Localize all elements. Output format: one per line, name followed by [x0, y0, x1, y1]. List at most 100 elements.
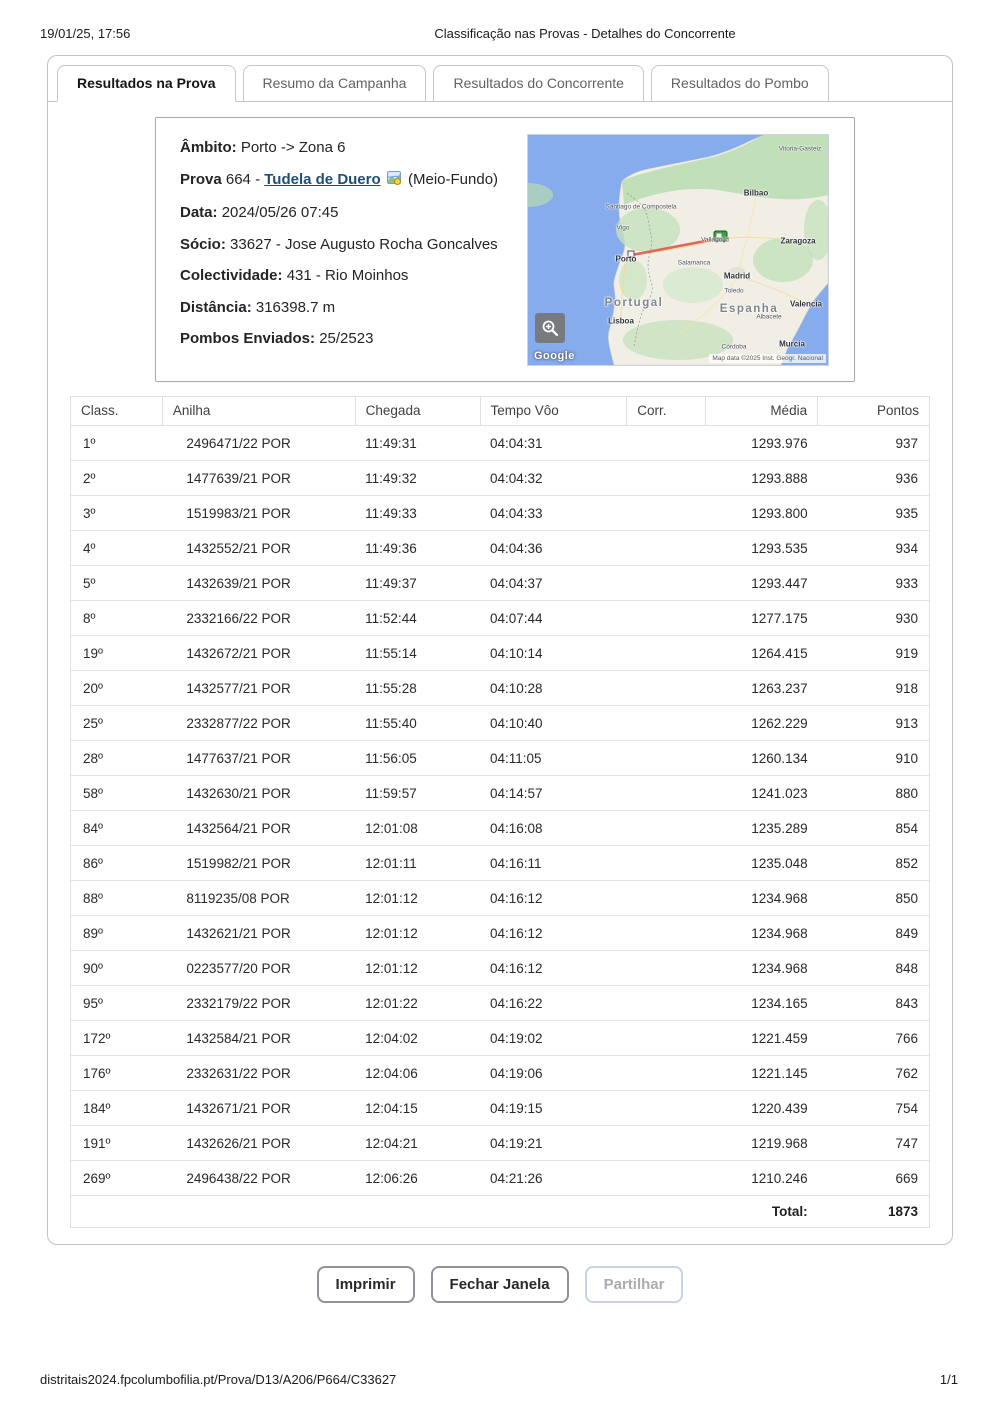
cell-class: 89º	[70, 915, 163, 951]
info-socio: Sócio: 33627 - Jose Augusto Rocha Goncal…	[180, 235, 498, 253]
cell-chegada: 11:49:36	[355, 530, 481, 566]
result-row: 172º 1432584/21 POR 12:04:02 04:19:02 12…	[70, 1020, 930, 1056]
cell-media: 1277.175	[705, 600, 818, 636]
cell-class: 84º	[70, 810, 163, 846]
cell-class: 191º	[70, 1125, 163, 1161]
col-header-media: Média	[705, 396, 819, 426]
cell-media: 1241.023	[705, 775, 818, 811]
col-header-chegada: Chegada	[354, 396, 481, 426]
cell-chegada: 12:01:12	[355, 880, 481, 916]
cell-class: 1º	[70, 425, 163, 461]
tab[interactable]: Resumo da Campanha	[242, 65, 427, 101]
cell-pontos: 933	[817, 565, 930, 601]
magnifier-plus-icon	[542, 320, 559, 337]
cell-class: 88º	[70, 880, 163, 916]
cell-class: 90º	[70, 950, 163, 986]
cell-pontos: 919	[817, 635, 930, 671]
cell-pontos: 669	[817, 1160, 930, 1196]
col-header-corr: Corr.	[626, 396, 707, 426]
cell-corr	[626, 495, 706, 531]
result-row: 3º 1519983/21 POR 11:49:33 04:04:33 1293…	[70, 495, 930, 531]
map-image	[528, 135, 828, 365]
tab[interactable]: Resultados na Prova	[57, 65, 236, 102]
map-link-icon[interactable]	[386, 170, 402, 190]
cell-chegada: 11:49:31	[355, 425, 481, 461]
print-footer: distritais2024.fpcolumbofilia.pt/Prova/D…	[0, 1372, 1000, 1415]
footer-url: distritais2024.fpcolumbofilia.pt/Prova/D…	[40, 1372, 397, 1387]
cell-tempo: 04:16:08	[480, 810, 627, 846]
cell-chegada: 12:04:21	[355, 1125, 481, 1161]
prova-location-link[interactable]: Tudela de Duero	[264, 171, 380, 188]
cell-chegada: 11:59:57	[355, 775, 481, 811]
cell-tempo: 04:04:36	[480, 530, 627, 566]
cell-class: 4º	[70, 530, 163, 566]
cell-corr	[626, 740, 706, 776]
action-button[interactable]: Fechar Janela	[430, 1266, 569, 1303]
cell-media: 1234.968	[705, 880, 818, 916]
result-row: 84º 1432564/21 POR 12:01:08 04:16:08 123…	[70, 810, 930, 846]
cell-corr	[626, 705, 706, 741]
cell-corr	[626, 915, 706, 951]
cell-media: 1293.535	[705, 530, 818, 566]
cell-tempo: 04:16:11	[480, 845, 627, 881]
col-header-tempo: Tempo Vôo	[479, 396, 628, 426]
cell-pontos: 913	[817, 705, 930, 741]
cell-corr	[626, 950, 706, 986]
map-attribution: Map data ©2025 Inst. Geogr. Nacional	[709, 354, 826, 363]
cell-media: 1221.459	[705, 1020, 818, 1056]
cell-corr	[626, 1090, 706, 1126]
cell-corr	[626, 1020, 706, 1056]
col-header-anilha: Anilha	[161, 396, 356, 426]
cell-chegada: 12:01:12	[355, 915, 481, 951]
cell-tempo: 04:11:05	[480, 740, 627, 776]
cell-tempo: 04:21:26	[480, 1160, 627, 1196]
total-value: 1873	[817, 1195, 930, 1228]
map-place-label: Lisboa	[608, 316, 634, 326]
cell-anilha: 0223577/20 POR	[162, 950, 356, 986]
cell-tempo: 04:04:33	[480, 495, 627, 531]
tab[interactable]: Resultados do Pombo	[650, 65, 829, 101]
result-row: 2º 1477639/21 POR 11:49:32 04:04:32 1293…	[70, 460, 930, 496]
tab[interactable]: Resultados do Concorrente	[433, 65, 644, 101]
cell-chegada: 12:04:06	[355, 1055, 481, 1091]
cell-media: 1234.968	[705, 915, 818, 951]
cell-tempo: 04:19:15	[480, 1090, 627, 1126]
cell-media: 1234.968	[705, 950, 818, 986]
cell-corr	[626, 1125, 706, 1161]
result-row: 4º 1432552/21 POR 11:49:36 04:04:36 1293…	[70, 530, 930, 566]
cell-pontos: 930	[817, 600, 930, 636]
result-row: 176º 2332631/22 POR 12:04:06 04:19:06 12…	[70, 1055, 930, 1091]
cell-class: 2º	[70, 460, 163, 496]
cell-anilha: 2496438/22 POR	[162, 1160, 356, 1196]
cell-anilha: 1432672/21 POR	[162, 635, 356, 671]
cell-chegada: 11:56:05	[355, 740, 481, 776]
cell-tempo: 04:04:32	[480, 460, 627, 496]
cell-class: 3º	[70, 495, 163, 531]
cell-class: 176º	[70, 1055, 163, 1091]
map-zoom-button[interactable]	[535, 313, 565, 343]
cell-anilha: 1432630/21 POR	[162, 775, 356, 811]
map-place-label: Vitoria-Gasteiz	[778, 145, 822, 153]
cell-anilha: 1477639/21 POR	[162, 460, 356, 496]
cell-anilha: 1519983/21 POR	[162, 495, 356, 531]
map-place-label: Albacete	[756, 313, 782, 321]
cell-tempo: 04:10:40	[480, 705, 627, 741]
cell-tempo: 04:16:12	[480, 915, 627, 951]
cell-anilha: 1477637/21 POR	[162, 740, 356, 776]
cell-chegada: 11:49:37	[355, 565, 481, 601]
google-watermark: Google	[534, 350, 575, 362]
cell-chegada: 11:55:28	[355, 670, 481, 706]
info-prova: Prova 664 - Tudela de Duero (Meio-Fundo)	[180, 170, 499, 190]
action-button[interactable]: Imprimir	[316, 1266, 415, 1303]
cell-corr	[626, 600, 706, 636]
results-table-body: 1º 2496471/22 POR 11:49:31 04:04:31 1293…	[70, 425, 930, 1196]
cell-class: 19º	[70, 635, 163, 671]
cell-tempo: 04:04:31	[480, 425, 627, 461]
cell-chegada: 12:01:11	[355, 845, 481, 881]
action-buttons: Imprimir Fechar Janela Partilhar	[0, 1266, 1000, 1303]
cell-media: 1293.447	[705, 565, 818, 601]
map-place-label: Salamanca	[677, 259, 711, 267]
cell-corr	[626, 530, 706, 566]
cell-pontos: 918	[817, 670, 930, 706]
result-row: 191º 1432626/21 POR 12:04:21 04:19:21 12…	[70, 1125, 930, 1161]
